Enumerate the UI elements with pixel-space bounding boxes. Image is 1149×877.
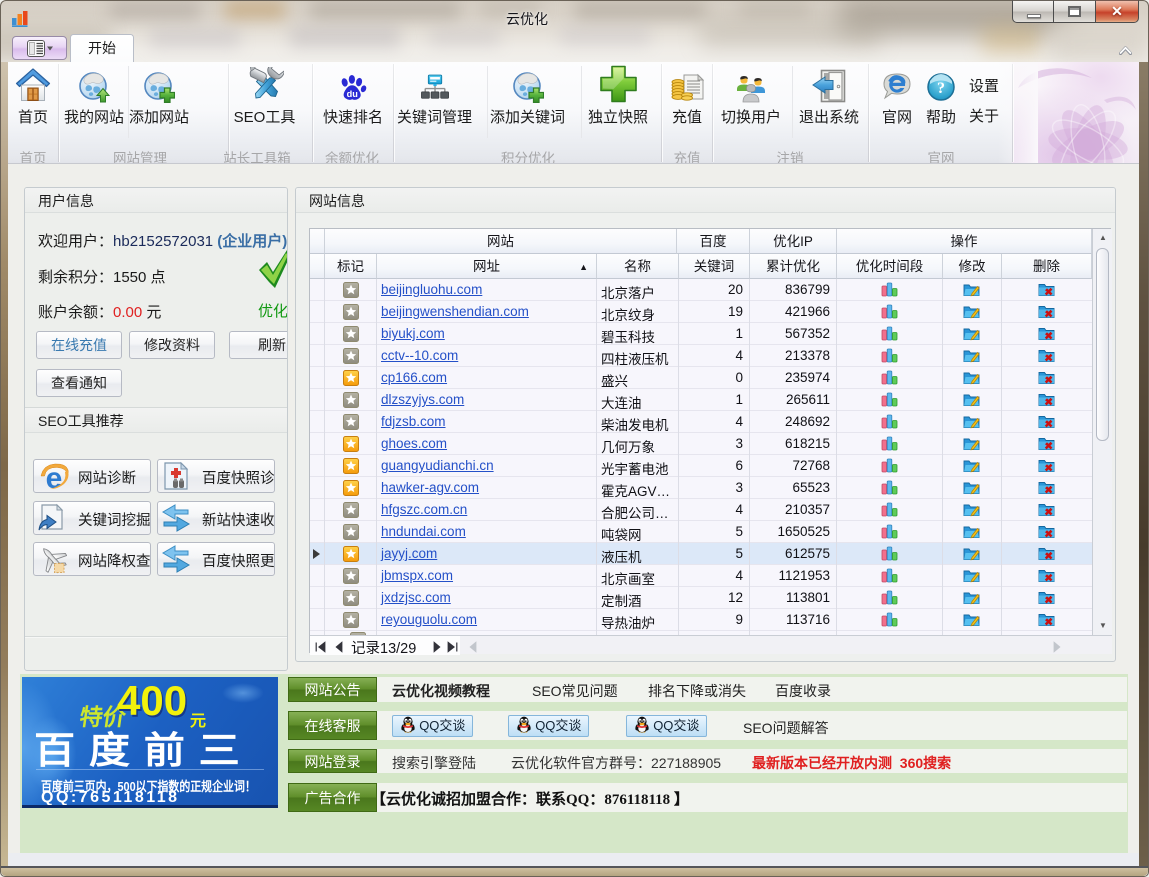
svg-text:?: ?	[937, 80, 945, 97]
svg-text:du: du	[347, 89, 358, 99]
